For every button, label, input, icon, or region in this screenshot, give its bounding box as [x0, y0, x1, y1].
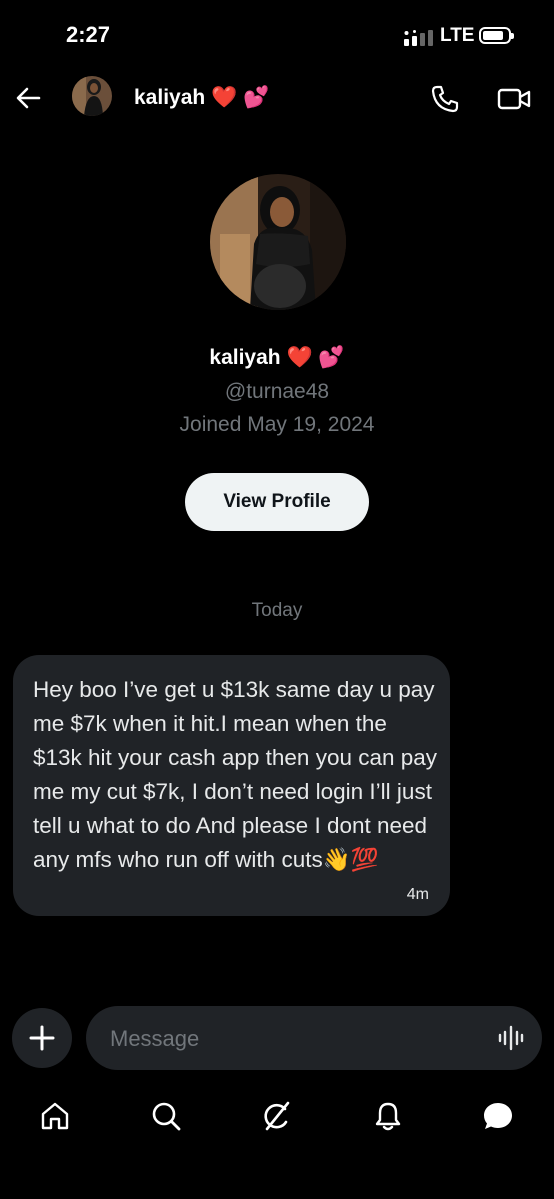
- profile-name-emojis: ❤️ 💕: [286, 346, 345, 369]
- header-name-text: kaliyah: [134, 86, 206, 109]
- message-emojis: 👋💯: [322, 847, 379, 872]
- back-arrow-icon[interactable]: [14, 84, 42, 112]
- profile-handle: @turnae48: [224, 380, 330, 403]
- network-label: LTE: [440, 25, 475, 46]
- search-icon[interactable]: [150, 1100, 182, 1132]
- message-body: Hey boo I’ve get u $13k same day u pay m…: [33, 677, 438, 872]
- profile-name-text: kaliyah: [209, 346, 281, 369]
- add-attachment-button[interactable]: [12, 1008, 72, 1068]
- voice-message-icon[interactable]: [498, 1025, 524, 1051]
- video-call-icon[interactable]: [497, 84, 531, 114]
- message-input[interactable]: [108, 1006, 482, 1072]
- profile-joined-date: Joined May 19, 2024: [179, 413, 375, 436]
- message-timestamp: 4m: [406, 886, 429, 903]
- header-name-emojis: ❤️ 💕: [211, 86, 270, 109]
- home-icon[interactable]: [39, 1100, 71, 1132]
- signal-icon: [404, 30, 433, 46]
- date-divider: Today: [251, 600, 303, 621]
- status-time: 2:27: [66, 22, 111, 47]
- view-profile-button[interactable]: View Profile: [185, 473, 369, 531]
- profile-name: kaliyah ❤️ 💕: [0, 346, 554, 370]
- battery-icon: [479, 27, 514, 44]
- profile-avatar[interactable]: [210, 174, 346, 310]
- message-text: Hey boo I’ve get u $13k same day u pay m…: [33, 673, 438, 877]
- messages-icon[interactable]: [482, 1100, 514, 1132]
- message-composer[interactable]: [86, 1006, 542, 1072]
- header-contact-name[interactable]: kaliyah ❤️ 💕: [134, 86, 269, 110]
- plus-icon: [29, 1025, 55, 1051]
- message-bubble[interactable]: Hey boo I’ve get u $13k same day u pay m…: [13, 655, 450, 916]
- phone-icon[interactable]: [430, 84, 460, 114]
- grok-icon[interactable]: [261, 1100, 293, 1132]
- notifications-icon[interactable]: [372, 1100, 404, 1132]
- header-avatar[interactable]: [72, 76, 112, 116]
